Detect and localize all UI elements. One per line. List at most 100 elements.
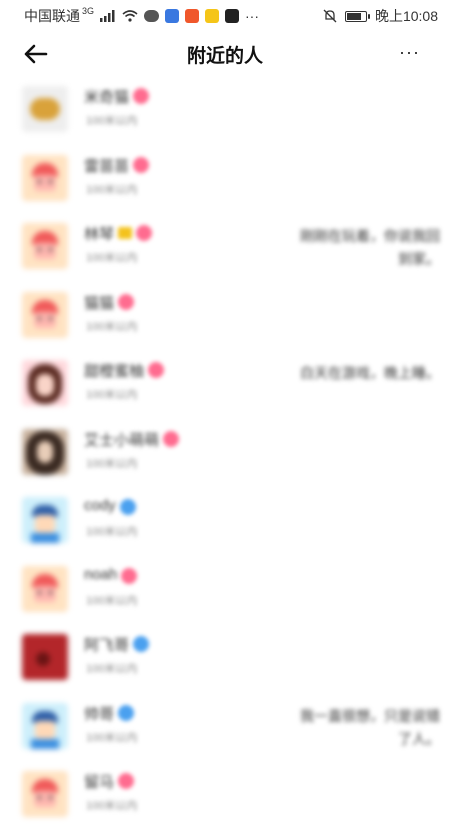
female-icon [163, 430, 179, 447]
male-icon [133, 636, 149, 652]
wifi-icon [122, 10, 138, 22]
user-name: cody [84, 497, 116, 514]
list-item[interactable]: 米奇猫 100米以内 [0, 76, 450, 145]
status-bar-left: 中国联通 3G ··· [24, 6, 259, 26]
avatar-part [38, 179, 52, 183]
boy-avatar[interactable] [22, 702, 68, 749]
user-name: 雷苗苗 [84, 157, 130, 175]
distance-label: 100米以内 [86, 252, 138, 264]
avatar-part [34, 174, 56, 191]
distance-label: 100米以内 [86, 526, 138, 538]
photo-avatar[interactable] [22, 428, 68, 475]
avatar-part [31, 533, 59, 543]
more-options-button[interactable]: ··· [399, 42, 420, 63]
list-item[interactable]: 帅哥 100米以内 我一直很想，只是说错了人。 [0, 693, 450, 762]
boy-avatar[interactable] [22, 497, 68, 543]
distance-label: 100米以内 [86, 183, 138, 196]
avatar-part [34, 585, 56, 602]
user-badges [133, 88, 149, 104]
clock: 晚上10:08 [374, 8, 438, 24]
list-item[interactable]: 阿飞哥 100米以内 [0, 624, 450, 693]
back-arrow-icon[interactable] [22, 40, 50, 68]
user-name: 甜橙蜜柚 [84, 363, 145, 380]
distance-label: 100米以内 [86, 457, 138, 470]
list-item[interactable]: 艾士小萌萌 100米以内 [0, 419, 450, 488]
user-badges [120, 499, 136, 515]
list-item[interactable]: 留马 100米以内 [0, 761, 450, 830]
female-icon [118, 773, 134, 789]
avatar-part [36, 652, 50, 666]
chat-app-icon [144, 10, 160, 22]
list-item[interactable]: 雷苗苗 100米以内 [0, 145, 450, 214]
user-name: 阿飞哥 [84, 637, 130, 654]
cat-avatar[interactable] [22, 86, 68, 132]
female-icon [148, 362, 164, 378]
avatar-part [38, 590, 52, 594]
avatar-part [35, 720, 55, 739]
header: 附近的人 ··· [0, 32, 450, 76]
crown-icon [118, 227, 132, 239]
avatar-part [38, 796, 52, 799]
carrier-label: 中国联通 [24, 8, 80, 24]
child-avatar[interactable] [22, 565, 68, 612]
user-name: 猫猫 [84, 294, 115, 312]
distance-label: 100米以内 [86, 594, 138, 607]
user-badges [148, 362, 164, 378]
status-bar-right: 晚上10:08 [323, 6, 438, 26]
user-name: noah [84, 565, 118, 583]
avatar-part [34, 311, 56, 328]
user-badges [118, 293, 134, 310]
red-avatar[interactable] [22, 634, 68, 680]
user-badges [133, 636, 149, 652]
user-name: 帅哥 [84, 705, 115, 723]
status-bar: 中国联通 3G ··· 晚上10:08 [0, 0, 450, 32]
avatar-part [37, 440, 53, 463]
distance-label: 100米以内 [86, 115, 138, 127]
female-icon [121, 567, 137, 584]
child-avatar[interactable] [22, 771, 68, 817]
avatar-part [34, 791, 56, 807]
battery-icon [344, 10, 370, 22]
female-icon [133, 88, 149, 104]
nearby-people-list: 米奇猫 100米以内 雷苗苗 100米以内 林琴 100米以内 刚刚在玩着，你说我回到家。猫… [0, 76, 450, 830]
user-name: 林琴 [84, 226, 115, 243]
child-avatar[interactable] [22, 154, 68, 201]
child-avatar[interactable] [22, 291, 68, 338]
user-badges [121, 567, 137, 584]
notes-app-icon [205, 9, 220, 23]
girl-avatar[interactable] [22, 360, 68, 406]
list-item[interactable]: 猫猫 100米以内 [0, 282, 450, 351]
signal-icon [100, 10, 115, 22]
distance-label: 100米以内 [86, 389, 138, 401]
list-item[interactable]: noah 100米以内 [0, 556, 450, 625]
distance-label: 100米以内 [86, 663, 138, 675]
user-name: 艾士小萌萌 [84, 431, 160, 449]
user-name: 米奇猫 [84, 89, 130, 106]
mute-bell-icon [323, 9, 337, 23]
user-badges [118, 704, 134, 721]
distance-label: 100米以内 [86, 800, 138, 812]
page-title: 附近的人 [186, 45, 263, 67]
distance-label: 100米以内 [86, 731, 138, 744]
user-badges [118, 773, 134, 789]
avatar-part [35, 515, 55, 533]
avatar-part [38, 248, 52, 251]
signature-text: 刚刚在玩着，你说我回到家。 [300, 228, 440, 267]
user-badges [133, 156, 149, 173]
list-item[interactable]: cody 100米以内 [0, 487, 450, 556]
female-icon [118, 293, 134, 310]
male-icon [120, 499, 136, 515]
video-app-icon [185, 9, 200, 23]
list-item[interactable]: 甜橙蜜柚 100米以内 白天在游戏，晚上睡。 [0, 350, 450, 419]
user-badges [163, 430, 179, 447]
avatar-part [30, 98, 60, 120]
avatar-part [38, 316, 52, 320]
list-item[interactable]: 林琴 100米以内 刚刚在玩着，你说我回到家。 [0, 213, 450, 282]
signature-text: 白天在游戏，晚上睡。 [300, 365, 440, 381]
avatar-part [31, 738, 59, 749]
female-icon [136, 225, 152, 241]
signature-text: 我一直很想，只是说错了人。 [300, 707, 440, 747]
distance-label: 100米以内 [86, 320, 138, 333]
female-icon [133, 156, 149, 173]
child-avatar[interactable] [22, 223, 68, 269]
